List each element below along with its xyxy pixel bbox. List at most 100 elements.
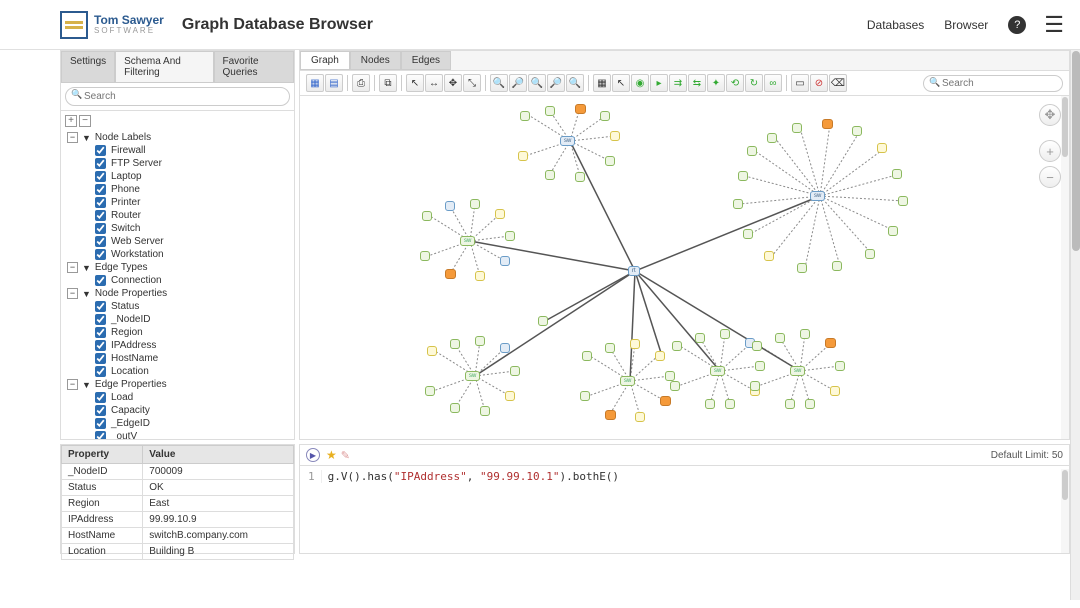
list-item[interactable]: Region <box>67 326 290 339</box>
pointer-icon[interactable]: ↖ <box>406 74 424 92</box>
zoom-out-icon[interactable]: 🔎 <box>509 74 527 92</box>
checkbox-ipaddress[interactable] <box>95 340 106 351</box>
graph-node[interactable] <box>518 151 528 161</box>
checkbox-hostname[interactable] <box>95 353 106 364</box>
nav-w-icon[interactable]: ⤡ <box>463 74 481 92</box>
list-item[interactable]: Load <box>67 391 290 404</box>
graph-node[interactable] <box>427 346 437 356</box>
graph-node[interactable] <box>655 351 665 361</box>
graph-search-input[interactable] <box>923 75 1063 92</box>
graph-node[interactable]: sw <box>460 236 475 246</box>
graph-node[interactable] <box>605 343 615 353</box>
hier-layout-icon[interactable]: ▸ <box>650 74 668 92</box>
tab-favorite-queries[interactable]: Favorite Queries <box>214 51 295 83</box>
graph-node[interactable] <box>750 381 760 391</box>
list-item[interactable]: Location <box>67 365 290 378</box>
incremental-layout-icon[interactable]: ✦ <box>707 74 725 92</box>
collapse-icon[interactable]: − <box>67 379 78 390</box>
graph-node[interactable] <box>445 269 456 279</box>
list-item[interactable]: _EdgeID <box>67 417 290 430</box>
tab-graph[interactable]: Graph <box>300 51 350 70</box>
graph-node[interactable] <box>792 123 802 133</box>
favorite-icon[interactable]: ★ <box>326 448 337 462</box>
hamburger-menu-icon[interactable]: ☰ <box>1044 14 1064 36</box>
list-item[interactable]: _outV <box>67 430 290 439</box>
graph-node[interactable] <box>582 351 592 361</box>
zoom-sel-icon[interactable]: 🔎 <box>547 74 565 92</box>
schema-search-input[interactable] <box>65 87 290 106</box>
checkbox-location[interactable] <box>95 366 106 377</box>
graph-node[interactable] <box>470 199 480 209</box>
tab-nodes[interactable]: Nodes <box>350 51 401 70</box>
graph-node[interactable] <box>450 339 460 349</box>
list-item[interactable]: Printer <box>67 196 290 209</box>
graph-node[interactable] <box>832 261 842 271</box>
graph-node[interactable] <box>835 361 845 371</box>
print-icon[interactable]: ⎙ <box>352 74 370 92</box>
graph-node[interactable] <box>500 256 510 266</box>
overview-icon[interactable]: ▦ <box>593 74 611 92</box>
checkbox-status[interactable] <box>95 301 106 312</box>
zoom-in-button[interactable]: + <box>1039 140 1061 162</box>
graph-node[interactable] <box>738 171 748 181</box>
graph-node-hub[interactable]: rt <box>628 266 640 276</box>
graph-node[interactable] <box>420 251 430 261</box>
graph-node[interactable] <box>764 251 774 261</box>
list-item[interactable]: Firewall <box>67 144 290 157</box>
graph-node[interactable] <box>705 399 715 409</box>
zoom-reset-icon[interactable]: 🔍 <box>566 74 584 92</box>
list-item[interactable]: Switch <box>67 222 290 235</box>
graph-node[interactable] <box>720 329 730 339</box>
group-edge-properties[interactable]: − ▼ Edge Properties <box>67 378 290 391</box>
checkbox-ftp-server[interactable] <box>95 158 106 169</box>
list-item[interactable]: FTP Server <box>67 157 290 170</box>
run-query-button[interactable]: ▶ <box>306 448 320 462</box>
graph-node[interactable] <box>830 386 840 396</box>
graph-node[interactable] <box>475 271 485 281</box>
graph-node[interactable] <box>510 366 520 376</box>
graph-node[interactable] <box>892 169 902 179</box>
checkbox-laptop[interactable] <box>95 171 106 182</box>
graph-node[interactable] <box>445 201 455 211</box>
checkbox-capacity[interactable] <box>95 405 106 416</box>
refresh-icon[interactable]: ↻ <box>745 74 763 92</box>
graph-node[interactable] <box>422 211 432 221</box>
save-image-icon[interactable]: ▭ <box>791 74 809 92</box>
graph-node[interactable] <box>797 263 807 273</box>
graph-node[interactable] <box>545 106 555 116</box>
checkbox-outv[interactable] <box>95 431 106 439</box>
graph-node[interactable] <box>575 104 586 114</box>
graph-node[interactable] <box>630 339 640 349</box>
tree-expand-controls[interactable]: +− <box>65 115 290 127</box>
list-item[interactable]: IPAddress <box>67 339 290 352</box>
graph-node[interactable] <box>580 391 590 401</box>
cursor-icon[interactable]: ↖ <box>612 74 630 92</box>
graph-node[interactable] <box>600 111 610 121</box>
graph-node[interactable] <box>825 338 836 348</box>
graph-node[interactable] <box>767 133 777 143</box>
checkbox-switch[interactable] <box>95 223 106 234</box>
graph-node[interactable] <box>495 209 505 219</box>
graph-node[interactable] <box>425 386 435 396</box>
graph-node[interactable] <box>475 336 485 346</box>
graph-node[interactable] <box>665 371 675 381</box>
collapse-icon[interactable]: − <box>67 132 78 143</box>
graph-node[interactable] <box>575 172 585 182</box>
list-item[interactable]: Capacity <box>67 404 290 417</box>
graph-node[interactable] <box>898 196 908 206</box>
graph-vertical-scrollbar[interactable] <box>1061 96 1069 439</box>
graph-node[interactable] <box>747 146 757 156</box>
collapse-icon[interactable]: − <box>67 262 78 273</box>
graph-node[interactable] <box>755 361 765 371</box>
list-item[interactable]: Laptop <box>67 170 290 183</box>
global-layout-icon[interactable]: ⟲ <box>726 74 744 92</box>
graph-node[interactable] <box>635 412 645 422</box>
zoom-out-button[interactable]: − <box>1039 166 1061 188</box>
checkbox-phone[interactable] <box>95 184 106 195</box>
clear-icon[interactable]: ⌫ <box>829 74 847 92</box>
checkbox-web-server[interactable] <box>95 236 106 247</box>
graph-canvas[interactable]: sw sw <box>300 96 1069 439</box>
graph-node[interactable]: sw <box>560 136 575 146</box>
list-item[interactable]: Web Server <box>67 235 290 248</box>
checkbox-nodeid[interactable] <box>95 314 106 325</box>
